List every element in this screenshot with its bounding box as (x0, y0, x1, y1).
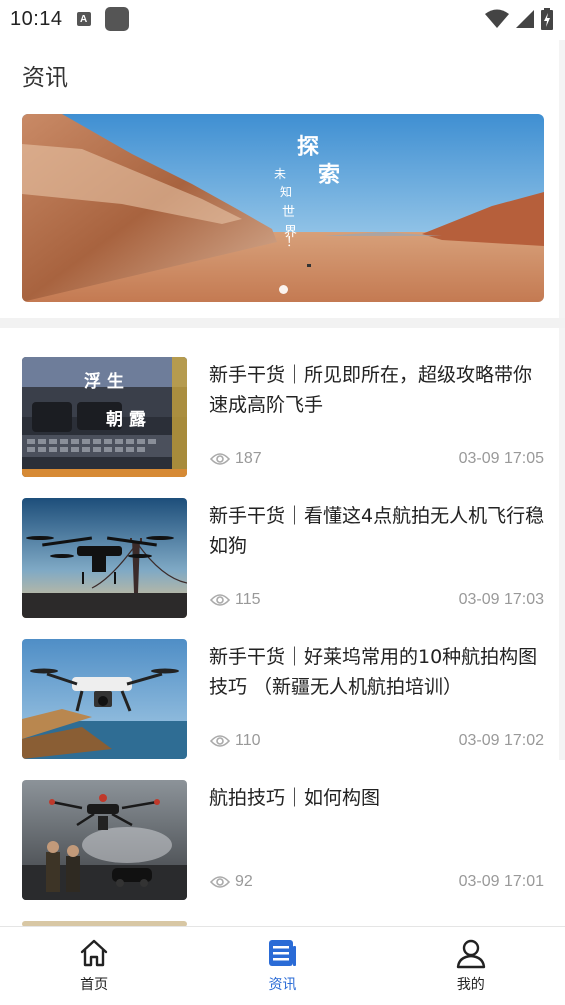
banner-text-1: 探 (297, 134, 319, 160)
bottom-tab-bar: 首页 资讯 我的 (0, 926, 565, 1005)
eye-icon (210, 453, 230, 465)
news-date: 03-09 17:03 (458, 591, 544, 608)
status-time: 10:14 (10, 7, 63, 30)
news-thumbnail: 浮 生 朝 露 (22, 357, 187, 477)
tab-home[interactable]: 首页 (0, 927, 188, 1005)
view-count: 92 (210, 873, 253, 891)
page-title: 资讯 (22, 65, 68, 91)
banner-text-3: 未 (274, 167, 286, 181)
home-icon (80, 939, 108, 967)
tab-news-label: 资讯 (268, 977, 297, 993)
view-count-value: 110 (235, 732, 261, 749)
tab-news[interactable]: 资讯 (188, 927, 376, 1005)
status-right (485, 8, 553, 30)
eye-icon (210, 594, 230, 606)
notification-app-icon (104, 7, 129, 31)
eye-icon (210, 876, 230, 888)
news-title: 新手干货｜所见即所在，超级攻略带你速成高阶飞手 (209, 364, 533, 416)
banner-text-2: 索 (318, 162, 340, 188)
news-date: 03-09 17:02 (458, 732, 544, 749)
banner-text-5: 世 (282, 205, 295, 220)
section-divider (0, 318, 565, 328)
tab-home-label: 首页 (80, 977, 109, 993)
view-count: 187 (210, 450, 262, 468)
thumb-caption-1: 浮 生 (84, 371, 124, 392)
view-count-value: 187 (235, 450, 262, 467)
view-count: 110 (210, 732, 261, 750)
user-icon (456, 939, 486, 969)
status-bar: 10:14 A (0, 0, 565, 38)
banner-carousel[interactable]: 探 索 未 知 世 界 ！ (22, 114, 544, 302)
news-thumbnail (22, 639, 187, 759)
thumb-caption-2: 朝 露 (106, 409, 147, 430)
tab-profile[interactable]: 我的 (377, 927, 565, 1005)
carousel-indicator-dot[interactable] (279, 285, 288, 294)
eye-icon (210, 735, 230, 747)
news-item[interactable]: 新手干货｜看懂这4点航拍无人机飞行稳如狗 115 03-09 17:03 (0, 498, 565, 618)
wifi-icon (485, 9, 509, 28)
news-title: 新手干货｜好莱坞常用的10种航拍构图技巧 （新疆无人机航拍培训） (209, 646, 538, 698)
view-count: 115 (210, 591, 261, 609)
news-item[interactable]: 新手干货｜好莱坞常用的10种航拍构图技巧 （新疆无人机航拍培训） 110 03-… (0, 639, 565, 759)
view-count-value: 115 (235, 591, 261, 608)
news-date: 03-09 17:05 (458, 450, 544, 467)
news-date: 03-09 17:01 (458, 873, 544, 890)
status-left: 10:14 A (10, 7, 129, 31)
tab-profile-label: 我的 (456, 977, 485, 993)
notification-a-icon: A (76, 12, 91, 26)
banner-image: 探 索 未 知 世 界 ！ (22, 114, 544, 302)
news-icon (269, 940, 297, 966)
news-thumbnail (22, 498, 187, 618)
news-title: 航拍技巧｜如何构图 (209, 787, 381, 809)
news-thumbnail (22, 780, 187, 900)
news-title: 新手干货｜看懂这4点航拍无人机飞行稳如狗 (209, 505, 545, 557)
news-item[interactable]: 浮 生 朝 露 新手干货｜所见即所在，超级攻略带你速成高阶飞手 187 03-0… (0, 357, 565, 477)
banner-text-7: ！ (286, 235, 299, 250)
news-item[interactable]: 航拍技巧｜如何构图 92 03-09 17:01 (0, 780, 565, 900)
view-count-value: 92 (235, 873, 253, 890)
banner-text-4: 知 (280, 185, 292, 199)
battery-icon (541, 8, 553, 30)
signal-icon (516, 10, 534, 28)
